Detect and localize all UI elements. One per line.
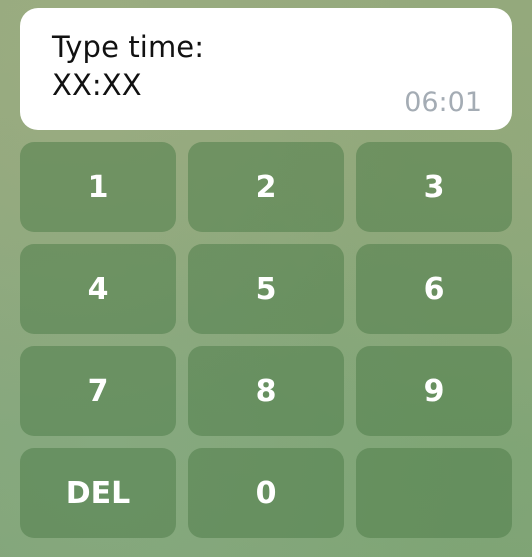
key-1-button[interactable]: 1	[20, 142, 176, 232]
key-7-button[interactable]: 7	[20, 346, 176, 436]
key-5-button[interactable]: 5	[188, 244, 344, 334]
key-2-button[interactable]: 2	[188, 142, 344, 232]
key-3-button[interactable]: 3	[356, 142, 512, 232]
key-0-button[interactable]: 0	[188, 448, 344, 538]
key-6-button[interactable]: 6	[356, 244, 512, 334]
key-9-button[interactable]: 9	[356, 346, 512, 436]
key-4-button[interactable]: 4	[20, 244, 176, 334]
message-prompt-text: Type time:	[52, 30, 205, 64]
delete-button[interactable]: DEL	[20, 448, 176, 538]
key-8-button[interactable]: 8	[188, 346, 344, 436]
message-bubble: Type time: XX:XX 06:01	[20, 8, 512, 130]
inline-keyboard: 1 2 3 4 5 6 7 8 9 DEL 0	[20, 142, 512, 538]
message-timestamp: 06:01	[404, 87, 482, 118]
blank-key-button[interactable]	[356, 448, 512, 538]
